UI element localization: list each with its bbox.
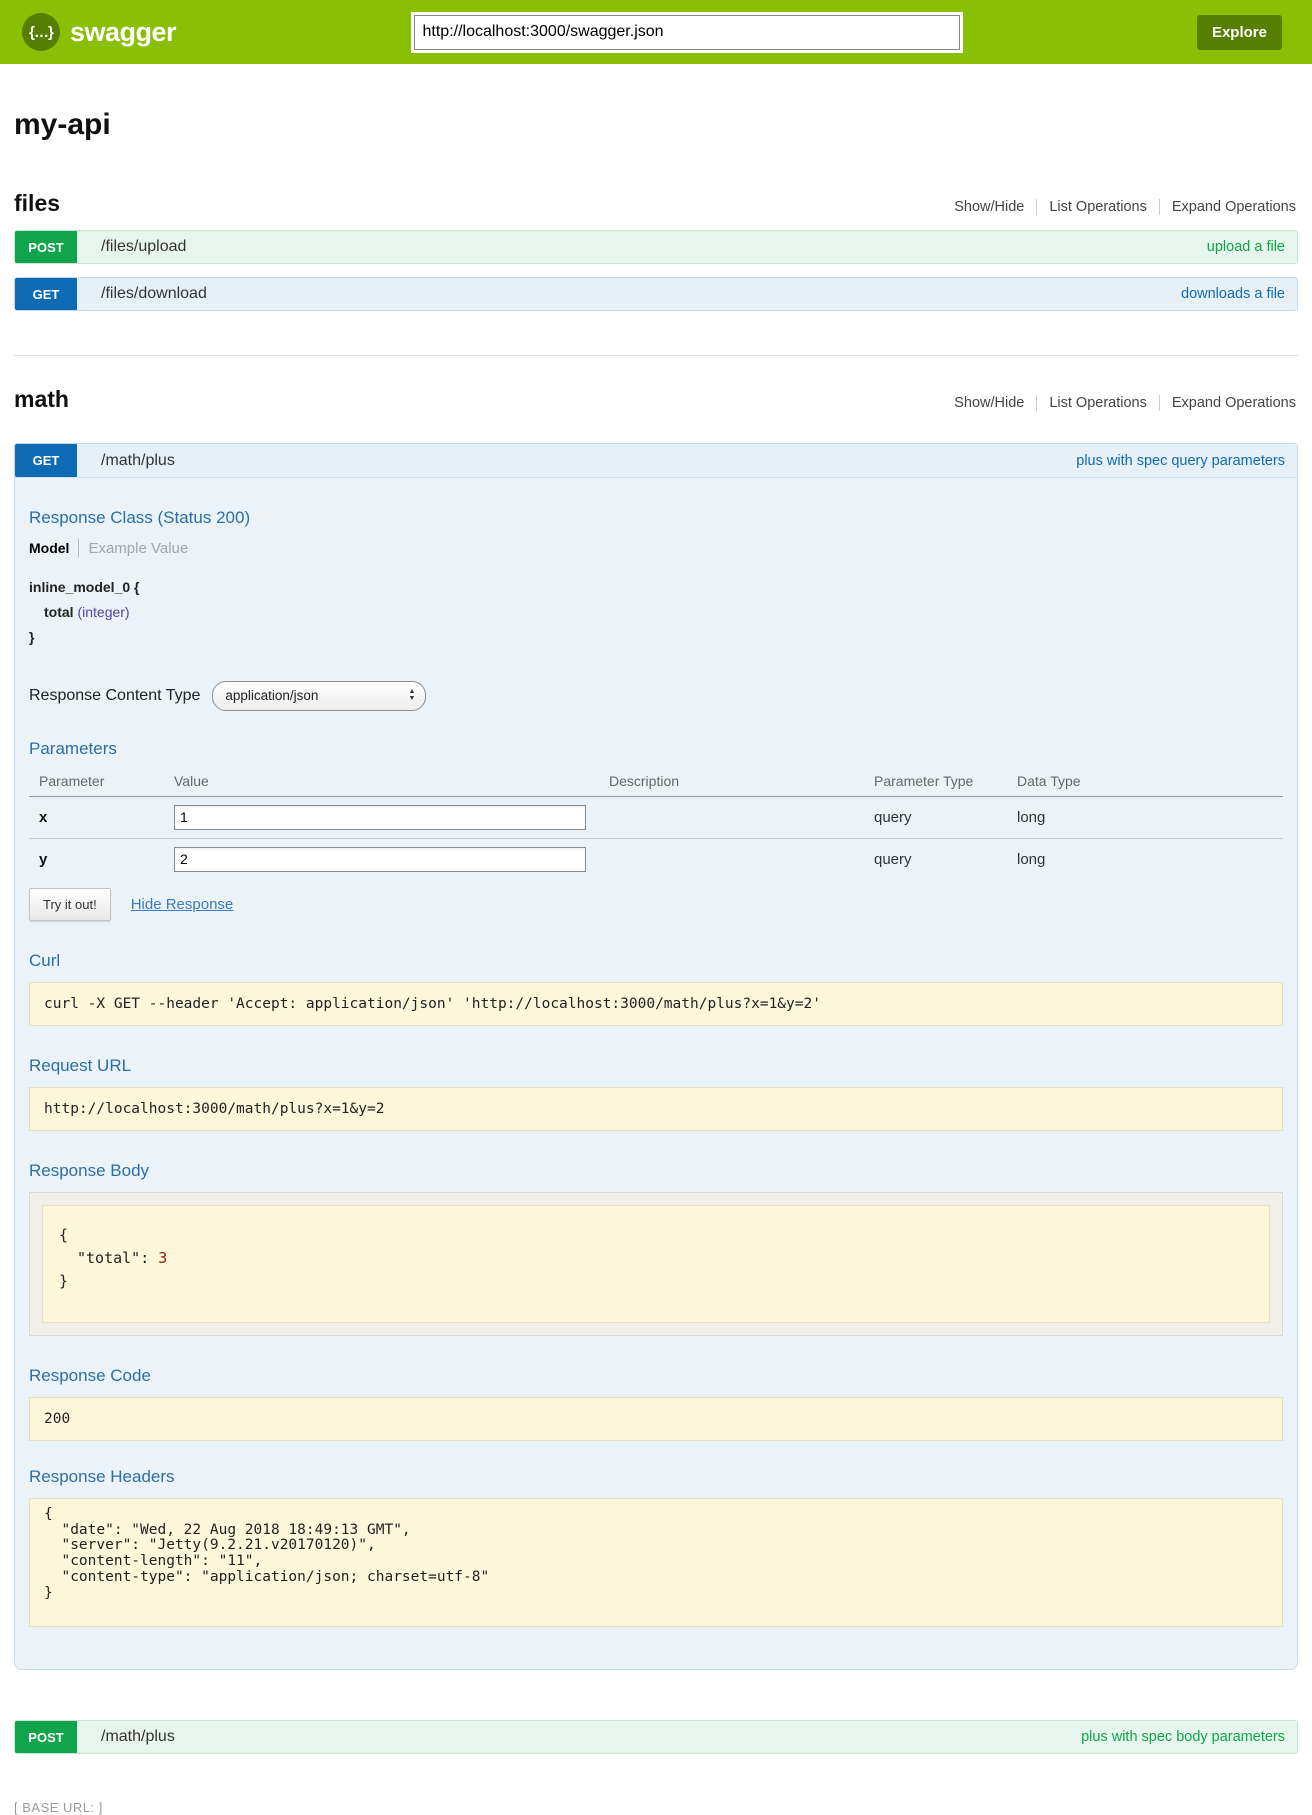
list-operations-link[interactable]: List Operations [1036, 199, 1159, 215]
operation-expanded-get-math-plus: GET /math/plus plus with spec query para… [14, 443, 1298, 1670]
response-headers-json: { "date": "Wed, 22 Aug 2018 18:49:13 GMT… [29, 1498, 1283, 1628]
parameter-value-input-y[interactable] [174, 847, 586, 872]
parameter-row-x: x query long [29, 797, 1283, 838]
base-url-footer: [ BASE URL: ] [14, 1800, 1298, 1815]
response-content-type-row: Response Content Type application/json [29, 681, 1283, 711]
model-close-brace: } [29, 625, 1283, 650]
show-hide-link[interactable]: Show/Hide [942, 395, 1036, 411]
section-head-files: files Show/Hide List Operations Expand O… [14, 190, 1298, 217]
model-property: total (integer) [29, 600, 1283, 625]
parameter-row-y: y query long [29, 838, 1283, 880]
section-controls-files: Show/Hide List Operations Expand Operati… [942, 199, 1298, 215]
model-open-brace: inline_model_0 { [29, 575, 1283, 600]
parameter-name: y [39, 851, 174, 868]
json-colon: : [140, 1249, 158, 1267]
method-badge-post: POST [15, 1721, 77, 1753]
response-content-type-label: Response Content Type [29, 687, 200, 705]
response-code-value: 200 [29, 1397, 1283, 1441]
parameter-type: query [874, 809, 1017, 826]
curl-title: Curl [29, 951, 1283, 971]
response-code-title: Response Code [29, 1366, 1283, 1386]
section-title-math: math [14, 386, 69, 413]
parameter-value-input-x[interactable] [174, 805, 586, 830]
parameter-type: query [874, 851, 1017, 868]
col-header-parameter: Parameter [39, 773, 174, 789]
operation-detail-panel: Response Class (Status 200) Model Exampl… [15, 478, 1297, 1669]
model-signature: inline_model_0 { total (integer) } [29, 575, 1283, 651]
list-operations-link[interactable]: List Operations [1036, 395, 1159, 411]
response-body-block: { "total": 3 } [29, 1192, 1283, 1336]
operation-summary-link[interactable]: downloads a file [1181, 286, 1285, 302]
col-header-value: Value [174, 773, 609, 789]
method-badge-get: GET [15, 444, 77, 477]
parameters-table: Parameter Value Description Parameter Ty… [29, 769, 1283, 880]
try-row: Try it out! Hide Response [29, 888, 1283, 921]
method-badge-get: GET [15, 278, 77, 310]
json-open-brace: { [59, 1224, 1253, 1247]
api-url-input[interactable] [414, 15, 960, 50]
response-class-title: Response Class (Status 200) [29, 508, 1283, 528]
json-value: 3 [158, 1249, 167, 1267]
section-head-math: math Show/Hide List Operations Expand Op… [14, 386, 1298, 413]
operation-row-get-files-download[interactable]: GET /files/download downloads a file [14, 277, 1298, 311]
tab-example-value[interactable]: Example Value [88, 540, 188, 557]
section-title-files: files [14, 190, 60, 217]
schema-tabs: Model Example Value [29, 539, 1283, 557]
swagger-brand-link[interactable]: swagger [22, 13, 176, 51]
model-property-name: total [44, 604, 74, 620]
response-body-json: { "total": 3 } [42, 1205, 1270, 1323]
operation-row-get-math-plus[interactable]: GET /math/plus plus with spec query para… [15, 444, 1297, 478]
col-header-description: Description [609, 773, 874, 789]
main-content: my-api files Show/Hide List Operations E… [14, 108, 1298, 1815]
explore-button[interactable]: Explore [1197, 15, 1282, 50]
json-key: "total" [77, 1249, 140, 1267]
operation-summary-link[interactable]: plus with spec query parameters [1076, 453, 1285, 469]
show-hide-link[interactable]: Show/Hide [942, 199, 1036, 215]
response-headers-title: Response Headers [29, 1467, 1283, 1487]
response-content-type-select[interactable]: application/json [212, 681, 426, 711]
parameter-data-type: long [1017, 809, 1283, 826]
parameter-data-type: long [1017, 851, 1283, 868]
request-url-title: Request URL [29, 1056, 1283, 1076]
curl-command: curl -X GET --header 'Accept: applicatio… [29, 982, 1283, 1026]
expand-operations-link[interactable]: Expand Operations [1159, 199, 1298, 215]
brand-name: swagger [70, 17, 176, 48]
operation-path-link[interactable]: /math/plus [101, 452, 175, 470]
json-property-line: "total": 3 [59, 1247, 1253, 1270]
request-url-value: http://localhost:3000/math/plus?x=1&y=2 [29, 1087, 1283, 1131]
operation-summary-link[interactable]: upload a file [1207, 239, 1285, 255]
app-header: swagger Explore [0, 0, 1312, 64]
parameters-title: Parameters [29, 739, 1283, 759]
operation-row-post-files-upload[interactable]: POST /files/upload upload a file [14, 230, 1298, 264]
tab-separator [78, 539, 79, 557]
method-badge-post: POST [15, 231, 77, 263]
operation-row-post-math-plus[interactable]: POST /math/plus plus with spec body para… [14, 1720, 1298, 1754]
col-header-data-type: Data Type [1017, 773, 1283, 789]
json-close-brace: } [59, 1270, 1253, 1293]
response-body-title: Response Body [29, 1161, 1283, 1181]
model-property-type: (integer) [77, 604, 129, 620]
parameters-table-header: Parameter Value Description Parameter Ty… [29, 769, 1283, 797]
col-header-parameter-type: Parameter Type [874, 773, 1017, 789]
response-content-type-value: application/json [225, 688, 318, 703]
expand-operations-link[interactable]: Expand Operations [1159, 395, 1298, 411]
section-divider [14, 355, 1298, 356]
hide-response-link[interactable]: Hide Response [131, 896, 234, 913]
swagger-logo-icon [22, 13, 60, 51]
try-it-out-button[interactable]: Try it out! [29, 888, 111, 921]
operation-path-link[interactable]: /math/plus [101, 1728, 175, 1746]
operation-summary-link[interactable]: plus with spec body parameters [1081, 1729, 1285, 1745]
select-arrows-icon [408, 689, 415, 702]
operation-path-link[interactable]: /files/upload [101, 238, 186, 256]
parameter-name: x [39, 809, 174, 826]
operation-path-link[interactable]: /files/download [101, 285, 207, 303]
page-title: my-api [14, 108, 1298, 142]
section-controls-math: Show/Hide List Operations Expand Operati… [942, 395, 1298, 411]
tab-model[interactable]: Model [29, 540, 69, 556]
